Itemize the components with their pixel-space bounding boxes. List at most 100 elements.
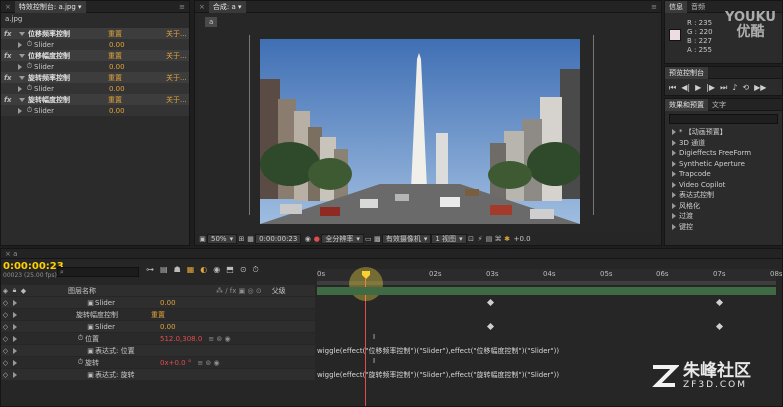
solo-icon[interactable]: ◇: [1, 310, 10, 319]
effect-header-row[interactable]: fx 旋转频率控制 重置 关于...: [1, 72, 189, 83]
preset-category-item[interactable]: 风格化: [665, 201, 782, 211]
expand-triangle-icon[interactable]: [672, 213, 676, 219]
timeline-icon[interactable]: ▤: [485, 235, 494, 244]
draft-3d-icon[interactable]: ▤: [160, 265, 168, 275]
param-value[interactable]: 0.00: [109, 85, 125, 93]
exposure-value[interactable]: +0.0: [514, 235, 531, 243]
stopwatch-icon[interactable]: ⏱: [25, 84, 34, 93]
stopwatch-icon[interactable]: ⏱: [25, 62, 34, 71]
solo-icon[interactable]: ◇: [1, 322, 10, 331]
solo-icon[interactable]: ◇: [1, 358, 10, 367]
collapse-triangle-icon[interactable]: [18, 85, 22, 92]
collapse-triangle-icon[interactable]: [18, 63, 22, 70]
property-track[interactable]: [317, 309, 776, 320]
table-row[interactable]: ◇ ⏱ 位置 512.0,308.0 ≡ ⊚ ◉: [1, 333, 315, 344]
expression-text[interactable]: wiggle(effect("位移频率控制")("Slider"),effect…: [317, 346, 559, 356]
expression-text[interactable]: wiggle(effect("旋转频率控制")("Slider"),effect…: [317, 370, 559, 380]
tab-preview[interactable]: 预览控制台: [665, 67, 708, 79]
stopwatch-icon[interactable]: ⏱: [25, 106, 34, 115]
preset-category-item[interactable]: Synthetic Aperture: [665, 159, 782, 169]
camera-view-select[interactable]: 有效摄像机 ▾: [381, 234, 432, 244]
collapse-triangle-icon[interactable]: [18, 107, 22, 114]
preset-category-item[interactable]: 过渡: [665, 211, 782, 221]
next-frame-icon[interactable]: |▶: [706, 83, 715, 93]
expand-triangle-icon[interactable]: [13, 323, 17, 330]
expand-triangle-icon[interactable]: [13, 347, 17, 354]
exposure-icon[interactable]: ✱: [503, 235, 512, 244]
preset-category-item[interactable]: Digieffects FreeForm: [665, 148, 782, 158]
fx-toggle[interactable]: fx: [4, 96, 16, 104]
effect-param-row[interactable]: ⏱ Slider 0.00: [1, 105, 189, 116]
audio-icon[interactable]: ♪: [732, 83, 737, 93]
expand-triangle-icon[interactable]: [672, 181, 676, 188]
property-value[interactable]: 512.0,308.0: [160, 335, 202, 343]
clock-icon[interactable]: ⏱: [253, 265, 259, 275]
stopwatch-icon[interactable]: ⏱: [76, 358, 85, 367]
reset-link[interactable]: 重置: [108, 29, 166, 39]
current-time-field[interactable]: 0:00:00:23: [255, 234, 302, 244]
last-frame-icon[interactable]: ⏭: [720, 83, 727, 93]
resolution-select[interactable]: 全分辨率 ▾: [321, 234, 364, 244]
expand-triangle-icon[interactable]: [672, 129, 676, 135]
snapshot-icon[interactable]: ◉: [303, 235, 312, 244]
zoom-select[interactable]: 50% ▾: [207, 234, 238, 244]
loop-icon[interactable]: ⟲: [742, 83, 749, 93]
fx-toggle[interactable]: fx: [4, 74, 16, 82]
viewer-image[interactable]: [260, 39, 580, 224]
solo-icon[interactable]: ◇: [1, 334, 10, 343]
effect-param-row[interactable]: ⏱ Slider 0.00: [1, 83, 189, 94]
tab-info[interactable]: 信息: [665, 1, 687, 13]
expand-triangle-icon[interactable]: [672, 171, 676, 177]
stopwatch-icon[interactable]: ⏱: [76, 334, 85, 343]
property-value[interactable]: 0.00: [160, 299, 176, 307]
flowchart-icon[interactable]: ⌘: [494, 235, 503, 244]
reset-link[interactable]: 重置: [108, 73, 166, 83]
first-frame-icon[interactable]: ⏮: [669, 83, 676, 93]
preset-category-item[interactable]: 3D 通道: [665, 138, 782, 148]
safe-zones-icon[interactable]: ⊞: [237, 235, 246, 244]
preset-category-item[interactable]: 表达式控制: [665, 190, 782, 200]
work-area-bar[interactable]: [317, 281, 776, 285]
effect-header-row[interactable]: fx 位移频率控制 重置 关于...: [1, 28, 189, 39]
about-link[interactable]: 关于...: [166, 29, 187, 39]
tab-text[interactable]: 文字: [708, 99, 730, 111]
about-link[interactable]: 关于...: [166, 95, 187, 105]
property-track[interactable]: I: [317, 333, 776, 344]
close-icon[interactable]: ×: [1, 1, 15, 13]
tab-composition[interactable]: 合成: a ▾: [208, 1, 246, 13]
property-track[interactable]: wiggle(effect("位移频率控制")("Slider"),effect…: [317, 345, 776, 356]
motion-blur-icon[interactable]: ◐: [200, 265, 207, 275]
expand-triangle-icon[interactable]: [13, 311, 17, 318]
panel-menu-icon[interactable]: ≡: [647, 1, 661, 13]
property-track[interactable]: [317, 297, 776, 308]
comp-mini-flowchart-icon[interactable]: ⊶: [146, 265, 154, 275]
expand-triangle-icon[interactable]: [672, 192, 676, 198]
prev-frame-icon[interactable]: ◀|: [681, 83, 690, 93]
fast-preview-icon[interactable]: ⚡: [476, 235, 485, 244]
effect-param-row[interactable]: ⏱ Slider 0.00: [1, 61, 189, 72]
fx-toggle[interactable]: fx: [4, 52, 16, 60]
property-value[interactable]: 0x+0.0 °: [160, 359, 191, 367]
effect-param-row[interactable]: ⏱ Slider 0.00: [1, 39, 189, 50]
tab-effects-presets[interactable]: 效果和预置: [665, 99, 708, 111]
property-track[interactable]: [317, 321, 776, 332]
reset-link[interactable]: 重置: [108, 95, 166, 105]
column-source-name[interactable]: 图层名称: [68, 286, 96, 296]
panel-menu-icon[interactable]: ≡: [175, 1, 189, 13]
transparency-grid-icon[interactable]: ▩: [373, 235, 382, 244]
stopwatch-icon[interactable]: ⏱: [25, 40, 34, 49]
comp-chip[interactable]: a: [205, 17, 218, 27]
presets-search-input[interactable]: [669, 114, 778, 124]
expand-triangle-icon[interactable]: [13, 359, 17, 366]
table-row[interactable]: ◇ ▣ Slider 0.00: [1, 321, 315, 332]
hide-shy-icon[interactable]: ☗: [174, 265, 181, 275]
graph-editor-icon[interactable]: ⬒: [226, 265, 234, 275]
table-row[interactable]: ◇ ▣ Slider 0.00: [1, 297, 315, 308]
expand-triangle-icon[interactable]: [13, 299, 17, 306]
expression-graph-icon[interactable]: I: [373, 333, 375, 341]
play-icon[interactable]: ▶: [695, 83, 701, 93]
preset-category-item[interactable]: * 【动画预置】: [665, 127, 782, 137]
property-value[interactable]: 重置: [151, 310, 165, 320]
expand-triangle-icon[interactable]: [13, 371, 17, 378]
expression-controls-icon[interactable]: ≡ ⊚ ◉: [197, 359, 219, 367]
